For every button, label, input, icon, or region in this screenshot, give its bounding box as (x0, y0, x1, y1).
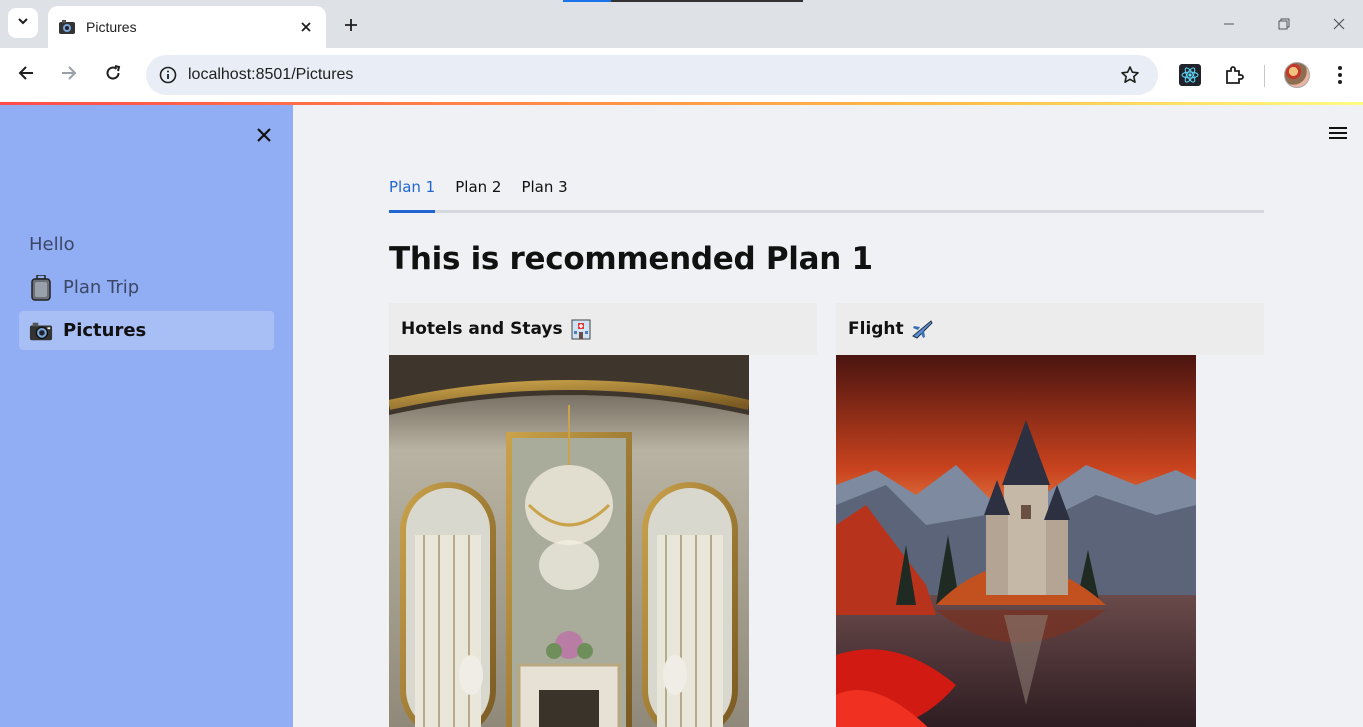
hotel-icon (569, 318, 593, 340)
bookmark-star-icon[interactable] (1110, 55, 1150, 95)
profile-avatar[interactable] (1284, 62, 1310, 88)
sidebar-item-label: Plan Trip (63, 277, 140, 298)
browser-toolbar: localhost:8501/Pictures (0, 48, 1363, 102)
app-menu-button[interactable] (1326, 123, 1350, 147)
close-window-button[interactable] (1325, 10, 1353, 38)
sidebar: Hello Plan Trip Pictures (0, 105, 293, 727)
tab-search-button[interactable] (8, 8, 38, 38)
site-info-icon[interactable] (148, 55, 188, 95)
reload-button[interactable] (99, 61, 127, 89)
castle-lake-sunset-image (836, 355, 1196, 727)
close-sidebar-button[interactable] (252, 125, 276, 149)
forward-button[interactable] (55, 61, 83, 89)
sidebar-nav: Hello Plan Trip Pictures (19, 225, 274, 354)
page-heading: This is recommended Plan 1 (389, 241, 873, 277)
window-drag-indicator (563, 0, 803, 2)
back-arrow-icon (18, 65, 34, 86)
card-header: Flight (836, 303, 1264, 355)
react-devtools-extension-icon[interactable] (1176, 61, 1204, 89)
close-icon (256, 127, 272, 148)
card-flight: Flight (836, 303, 1264, 727)
hotel-palace-interior-image (389, 355, 749, 727)
sidebar-item-plan-trip[interactable]: Plan Trip (19, 268, 274, 307)
tab-plan-1[interactable]: Plan 1 (389, 167, 436, 213)
address-bar-url[interactable]: localhost:8501/Pictures (188, 66, 1110, 84)
card-title: Hotels and Stays (401, 319, 563, 339)
sidebar-item-pictures[interactable]: Pictures (19, 311, 274, 350)
tab-plan-2[interactable]: Plan 2 (455, 167, 501, 210)
camera-icon (29, 318, 53, 344)
restore-button[interactable] (1270, 10, 1298, 38)
airplane-icon (910, 318, 934, 340)
app-container: Hello Plan Trip Pictures Plan 1 Plan 2 P… (0, 105, 1363, 727)
sidebar-item-label: Pictures (63, 320, 147, 341)
sidebar-item-label: Hello (29, 234, 75, 255)
reload-icon (105, 64, 121, 86)
tab-plan-3[interactable]: Plan 3 (521, 167, 567, 210)
browser-tab-strip: Pictures (0, 0, 1363, 48)
chevron-down-icon (17, 14, 29, 32)
forward-arrow-icon (61, 65, 77, 86)
toolbar-separator (1264, 65, 1265, 87)
back-button[interactable] (12, 61, 40, 89)
browser-tab-title: Pictures (86, 19, 137, 35)
address-bar[interactable]: localhost:8501/Pictures (146, 55, 1158, 95)
close-tab-icon[interactable] (296, 17, 316, 37)
hamburger-menu-icon (1328, 125, 1348, 146)
browser-tab-pictures[interactable]: Pictures (48, 6, 326, 48)
card-title: Flight (848, 319, 904, 339)
minimize-button[interactable] (1215, 10, 1243, 38)
extensions-puzzle-icon[interactable] (1220, 61, 1248, 89)
luggage-icon (29, 274, 53, 301)
camera-icon (58, 19, 76, 35)
new-tab-button[interactable] (338, 12, 364, 38)
sidebar-item-hello[interactable]: Hello (19, 225, 274, 264)
plan-tabs: Plan 1 Plan 2 Plan 3 (389, 167, 1264, 213)
browser-menu-icon[interactable] (1326, 61, 1354, 89)
card-header: Hotels and Stays (389, 303, 817, 355)
card-hotels: Hotels and Stays (389, 303, 817, 727)
